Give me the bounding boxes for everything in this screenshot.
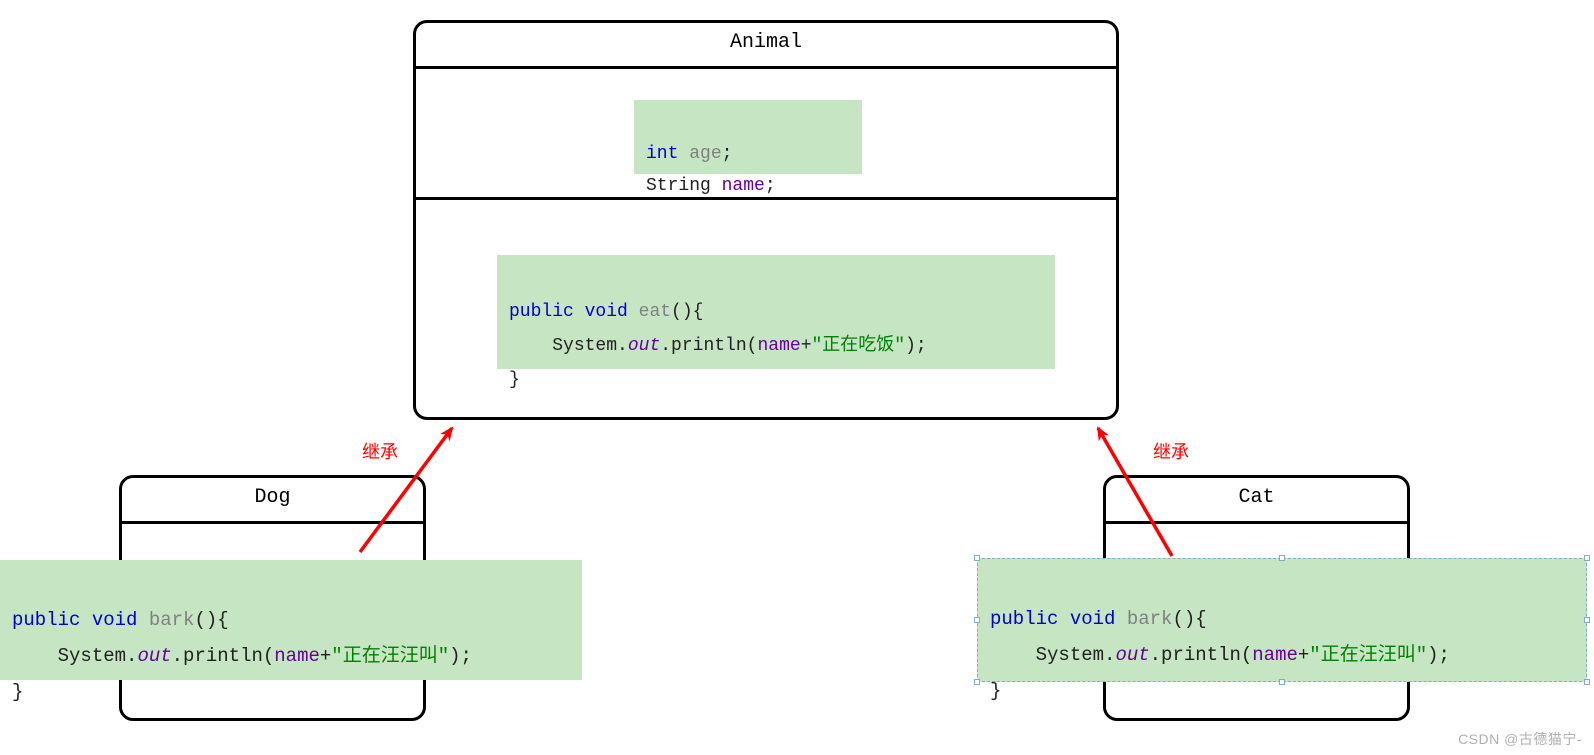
cat-class-name: Cat — [1106, 478, 1407, 521]
selection-handle[interactable] — [1584, 555, 1590, 561]
cat-divider — [1106, 521, 1407, 524]
inherit-label-left: 继承 — [362, 438, 398, 464]
selection-handle[interactable] — [1279, 555, 1285, 561]
selection-handle[interactable] — [1584, 617, 1590, 623]
selection-handle[interactable] — [974, 679, 980, 685]
cat-method-code[interactable]: public void bark(){ System.out.println(n… — [977, 558, 1587, 682]
dog-divider — [122, 521, 423, 524]
selection-handle[interactable] — [1584, 679, 1590, 685]
dog-class-name: Dog — [122, 478, 423, 521]
watermark: CSDN @古德猫宁- — [1458, 729, 1582, 749]
selection-handle[interactable] — [974, 555, 980, 561]
selection-handle[interactable] — [974, 617, 980, 623]
selection-handle[interactable] — [1279, 679, 1285, 685]
inherit-label-right: 继承 — [1153, 438, 1189, 464]
dog-method-code: public void bark(){ System.out.println(n… — [0, 560, 582, 680]
animal-fields-code: int age; String name; — [634, 100, 862, 174]
animal-class-name: Animal — [416, 23, 1116, 66]
animal-method-code: public void eat(){ System.out.println(na… — [497, 255, 1055, 369]
